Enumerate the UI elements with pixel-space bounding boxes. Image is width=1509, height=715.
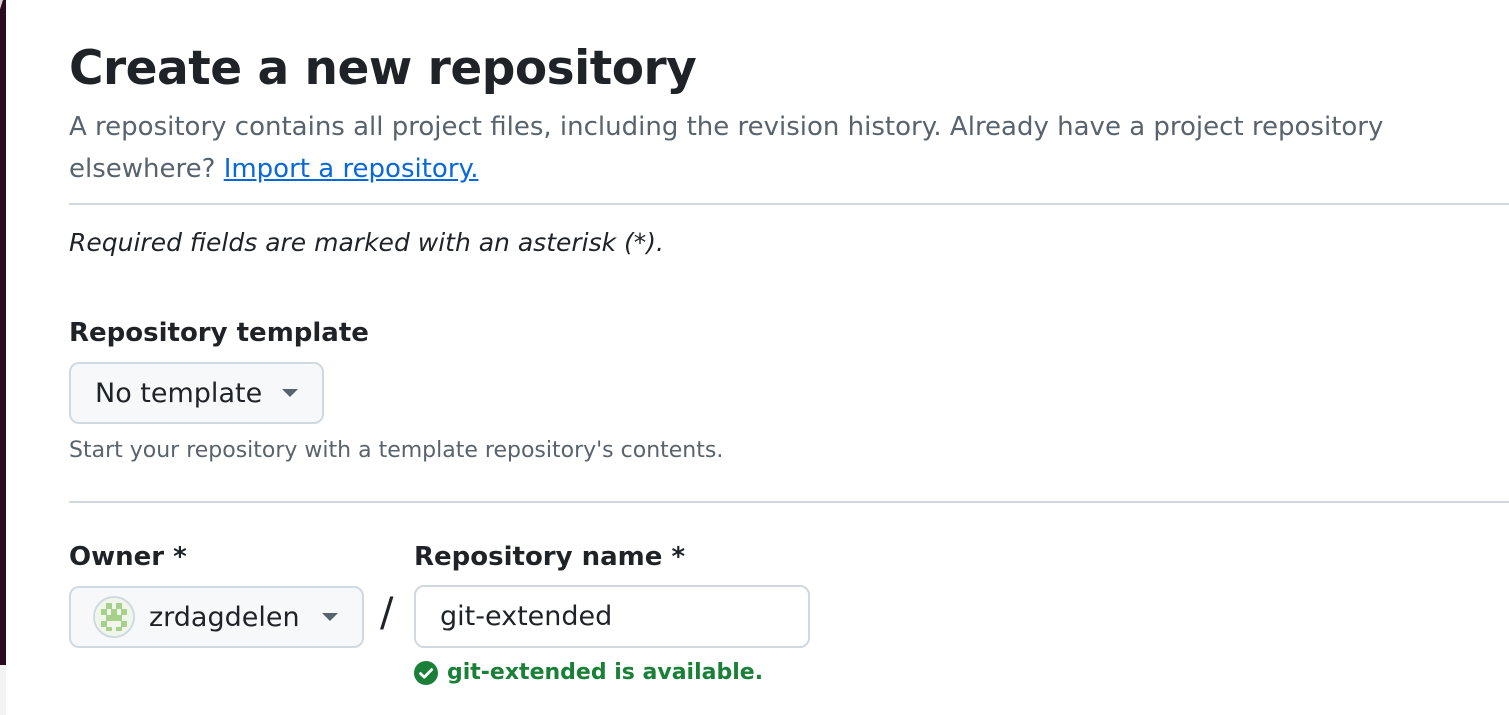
repository-template-label: Repository template — [69, 318, 369, 348]
template-select-button[interactable]: No template — [69, 362, 324, 424]
section-divider — [69, 501, 1509, 503]
repository-name-label: Repository name * — [414, 542, 686, 572]
owner-selected-label: zrdagdelen — [149, 601, 300, 633]
import-repository-link[interactable]: Import a repository. — [224, 154, 479, 184]
availability-status: git-extended is available. — [414, 656, 763, 690]
template-hint: Start your repository with a template re… — [69, 438, 724, 463]
window-edge-strip-tail — [0, 665, 6, 715]
header-divider — [69, 203, 1509, 205]
window-edge-strip — [0, 0, 6, 665]
repository-name-input[interactable] — [414, 585, 810, 648]
chevron-down-icon — [282, 389, 298, 397]
template-selected-label: No template — [95, 377, 263, 409]
availability-text: git-extended is available. — [447, 660, 764, 685]
avatar-graphic — [95, 598, 133, 636]
identicon-avatar-icon — [93, 596, 135, 638]
page-title: Create a new repository — [69, 41, 697, 96]
required-fields-note: Required fields are marked with an aster… — [69, 228, 665, 257]
chevron-down-icon — [322, 613, 338, 621]
owner-select-button[interactable]: zrdagdelen — [69, 586, 364, 648]
owner-repo-separator: / — [380, 590, 394, 636]
check-circle-icon — [414, 661, 438, 685]
owner-label: Owner * — [69, 542, 187, 572]
page-description: A repository contains all project files,… — [69, 106, 1429, 190]
